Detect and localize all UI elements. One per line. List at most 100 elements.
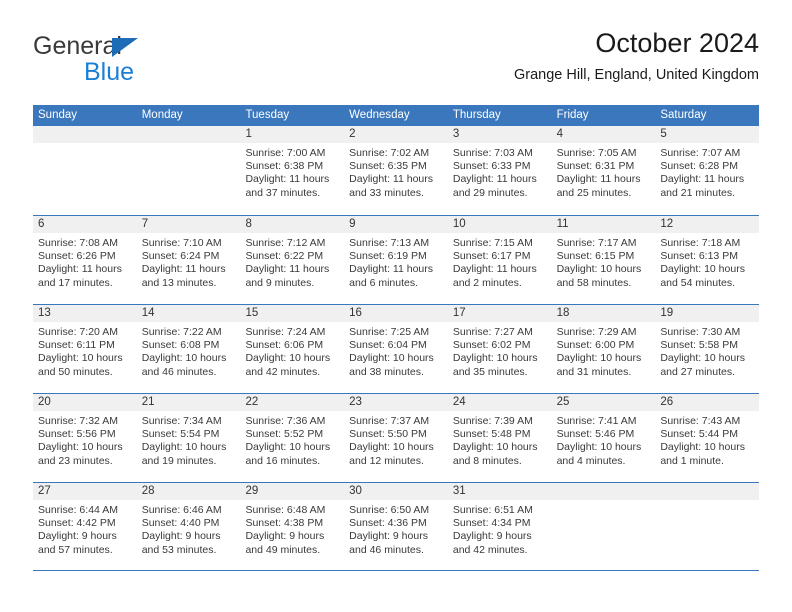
sunset-text: Sunset: 4:40 PM — [141, 517, 220, 530]
daylight-text-line2: and 58 minutes. — [556, 276, 632, 289]
daylight-text-line2: and 53 minutes. — [141, 543, 217, 556]
day-cell[interactable]: 15 Sunrise: 7:24 AM Sunset: 6:06 PM Dayl… — [240, 305, 345, 393]
day-cell[interactable]: 27 Sunrise: 6:44 AM Sunset: 4:42 PM Dayl… — [33, 483, 137, 570]
day-cell[interactable]: 28 Sunrise: 6:46 AM Sunset: 4:40 PM Dayl… — [136, 483, 241, 570]
day-cell[interactable]: 30 Sunrise: 6:50 AM Sunset: 4:36 PM Dayl… — [344, 483, 448, 570]
day-cell[interactable] — [551, 483, 656, 570]
daylight-text-line2: and 2 minutes. — [452, 276, 522, 289]
day-cell[interactable]: 12 Sunrise: 7:18 AM Sunset: 6:13 PM Dayl… — [655, 216, 760, 304]
day-cell[interactable]: 24 Sunrise: 7:39 AM Sunset: 5:48 PM Dayl… — [447, 394, 552, 482]
brand-logo[interactable]: General Blue — [33, 32, 263, 90]
day-number: 13 — [33, 305, 137, 322]
day-cell[interactable] — [655, 483, 760, 570]
sunset-text: Sunset: 6:08 PM — [141, 339, 220, 352]
day-number: 17 — [447, 305, 552, 322]
daylight-text-line2: and 12 minutes. — [349, 454, 424, 467]
sunrise-text: Sunrise: 7:22 AM — [141, 326, 222, 338]
day-details — [552, 500, 656, 504]
day-cell[interactable]: 23 Sunrise: 7:37 AM Sunset: 5:50 PM Dayl… — [344, 394, 448, 482]
day-number: 29 — [240, 483, 345, 500]
day-cell[interactable]: 11 Sunrise: 7:17 AM Sunset: 6:15 PM Dayl… — [551, 216, 656, 304]
day-number: 8 — [240, 216, 345, 233]
day-cell[interactable]: 21 Sunrise: 7:34 AM Sunset: 5:54 PM Dayl… — [136, 394, 241, 482]
day-cell[interactable]: 18 Sunrise: 7:29 AM Sunset: 6:00 PM Dayl… — [551, 305, 656, 393]
day-cell[interactable] — [136, 126, 241, 215]
daylight-text-line1: Daylight: 10 hours — [660, 263, 745, 276]
day-details: Sunrise: 7:30 AM Sunset: 5:58 PM Dayligh… — [655, 322, 759, 379]
daylight-text-line2: and 31 minutes. — [556, 365, 632, 378]
day-number: 24 — [447, 394, 552, 411]
day-details: Sunrise: 6:50 AM Sunset: 4:36 PM Dayligh… — [344, 500, 448, 557]
sunset-text: Sunset: 6:26 PM — [38, 250, 116, 263]
daylight-text-line1: Daylight: 9 hours — [349, 530, 428, 543]
day-cell[interactable]: 26 Sunrise: 7:43 AM Sunset: 5:44 PM Dayl… — [655, 394, 760, 482]
day-cell[interactable]: 29 Sunrise: 6:48 AM Sunset: 4:38 PM Dayl… — [240, 483, 345, 570]
sunrise-text: Sunrise: 7:30 AM — [660, 326, 741, 338]
day-number: 18 — [551, 305, 656, 322]
sunrise-text: Sunrise: 7:07 AM — [660, 147, 741, 159]
day-details: Sunrise: 7:03 AM Sunset: 6:33 PM Dayligh… — [448, 143, 552, 200]
sunrise-text: Sunrise: 7:27 AM — [452, 326, 533, 338]
sunset-text: Sunset: 6:31 PM — [556, 160, 635, 173]
day-cell[interactable]: 6 Sunrise: 7:08 AM Sunset: 6:26 PM Dayli… — [33, 216, 137, 304]
day-cell[interactable]: 25 Sunrise: 7:41 AM Sunset: 5:46 PM Dayl… — [551, 394, 656, 482]
sunrise-text: Sunrise: 6:48 AM — [245, 504, 326, 516]
day-number: 28 — [136, 483, 241, 500]
sunrise-text: Sunrise: 7:37 AM — [349, 415, 430, 427]
sunrise-text: Sunrise: 7:08 AM — [38, 237, 118, 249]
sunset-text: Sunset: 6:22 PM — [245, 250, 324, 263]
day-cell[interactable]: 4 Sunrise: 7:05 AM Sunset: 6:31 PM Dayli… — [551, 126, 656, 215]
day-number: 27 — [33, 483, 137, 500]
sunset-text: Sunset: 6:19 PM — [349, 250, 427, 263]
day-cell[interactable]: 19 Sunrise: 7:30 AM Sunset: 5:58 PM Dayl… — [655, 305, 760, 393]
day-cell[interactable]: 3 Sunrise: 7:03 AM Sunset: 6:33 PM Dayli… — [447, 126, 552, 215]
daylight-text-line1: Daylight: 11 hours — [556, 173, 641, 186]
sunrise-text: Sunrise: 7:20 AM — [38, 326, 118, 338]
day-details: Sunrise: 7:34 AM Sunset: 5:54 PM Dayligh… — [137, 411, 241, 468]
day-cell[interactable]: 1 Sunrise: 7:00 AM Sunset: 6:38 PM Dayli… — [240, 126, 345, 215]
day-details: Sunrise: 7:13 AM Sunset: 6:19 PM Dayligh… — [344, 233, 448, 290]
sunrise-text: Sunrise: 7:29 AM — [556, 326, 637, 338]
day-cell[interactable]: 10 Sunrise: 7:15 AM Sunset: 6:17 PM Dayl… — [447, 216, 552, 304]
daylight-text-line1: Daylight: 11 hours — [349, 173, 434, 186]
day-details: Sunrise: 6:48 AM Sunset: 4:38 PM Dayligh… — [240, 500, 344, 557]
day-cell[interactable]: 5 Sunrise: 7:07 AM Sunset: 6:28 PM Dayli… — [655, 126, 760, 215]
daylight-text-line2: and 25 minutes. — [556, 186, 632, 199]
sunset-text: Sunset: 4:42 PM — [38, 517, 116, 530]
day-cell[interactable]: 22 Sunrise: 7:36 AM Sunset: 5:52 PM Dayl… — [240, 394, 345, 482]
daylight-text-line1: Daylight: 10 hours — [452, 441, 538, 454]
day-number: 25 — [551, 394, 656, 411]
day-cell[interactable]: 8 Sunrise: 7:12 AM Sunset: 6:22 PM Dayli… — [240, 216, 345, 304]
day-cell[interactable]: 13 Sunrise: 7:20 AM Sunset: 6:11 PM Dayl… — [33, 305, 137, 393]
weekday-header-friday: Friday — [556, 109, 589, 121]
day-number — [551, 483, 656, 500]
day-cell[interactable]: 2 Sunrise: 7:02 AM Sunset: 6:35 PM Dayli… — [344, 126, 448, 215]
day-details: Sunrise: 7:37 AM Sunset: 5:50 PM Dayligh… — [344, 411, 448, 468]
day-cell[interactable]: 17 Sunrise: 7:27 AM Sunset: 6:02 PM Dayl… — [447, 305, 552, 393]
day-cell[interactable]: 16 Sunrise: 7:25 AM Sunset: 6:04 PM Dayl… — [344, 305, 448, 393]
day-details: Sunrise: 7:24 AM Sunset: 6:06 PM Dayligh… — [240, 322, 344, 379]
sunset-text: Sunset: 5:46 PM — [556, 428, 635, 441]
day-cell[interactable] — [33, 126, 137, 215]
weekday-header-wednesday: Wednesday — [349, 109, 410, 121]
day-cell[interactable]: 7 Sunrise: 7:10 AM Sunset: 6:24 PM Dayli… — [136, 216, 241, 304]
sunrise-text: Sunrise: 7:34 AM — [141, 415, 222, 427]
daylight-text-line2: and 37 minutes. — [245, 186, 321, 199]
page-header: General Blue October 2024 Grange Hill, E… — [33, 26, 759, 96]
day-cell[interactable]: 14 Sunrise: 7:22 AM Sunset: 6:08 PM Dayl… — [136, 305, 241, 393]
day-cell[interactable]: 31 Sunrise: 6:51 AM Sunset: 4:34 PM Dayl… — [447, 483, 552, 570]
day-cell[interactable]: 9 Sunrise: 7:13 AM Sunset: 6:19 PM Dayli… — [344, 216, 448, 304]
sunset-text: Sunset: 5:50 PM — [349, 428, 427, 441]
day-number — [655, 483, 760, 500]
page-subtitle: Grange Hill, England, United Kingdom — [513, 67, 759, 83]
sunrise-text: Sunrise: 6:44 AM — [38, 504, 118, 516]
daylight-text-line2: and 29 minutes. — [452, 186, 528, 199]
day-number: 5 — [655, 126, 760, 143]
day-number — [33, 126, 137, 143]
sunrise-text: Sunrise: 7:03 AM — [452, 147, 533, 159]
day-cell[interactable]: 20 Sunrise: 7:32 AM Sunset: 5:56 PM Dayl… — [33, 394, 137, 482]
brand-name-general: General — [33, 32, 122, 60]
daylight-text-line1: Daylight: 9 hours — [245, 530, 325, 543]
daylight-text-line2: and 46 minutes. — [349, 543, 424, 556]
day-number: 19 — [655, 305, 760, 322]
